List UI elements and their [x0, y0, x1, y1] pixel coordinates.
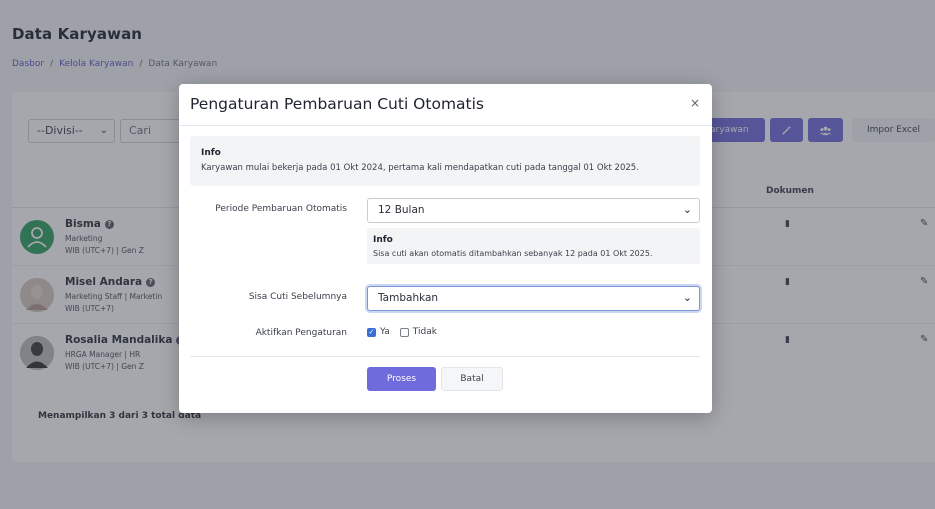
chevron-down-icon: ⌄ — [682, 203, 692, 216]
periode-info-text: Sisa cuti akan otomatis ditambahkan seba… — [373, 249, 653, 258]
close-icon[interactable]: × — [690, 96, 700, 110]
sisa-cuti-select[interactable]: Tambahkan ⌄ — [367, 286, 700, 311]
periode-value: 12 Bulan — [378, 204, 425, 216]
periode-info-title: Info — [373, 235, 393, 245]
info-text: Karyawan mulai bekerja pada 01 Okt 2024,… — [201, 163, 639, 173]
batal-button[interactable]: Batal — [441, 367, 503, 391]
checkbox-ya-label[interactable]: Ya — [380, 327, 390, 337]
checkbox-ya[interactable]: ✓ — [367, 327, 376, 337]
sisa-cuti-value: Tambahkan — [378, 292, 439, 304]
checkbox-tidak-label[interactable]: Tidak — [413, 327, 437, 337]
aktifkan-options: ✓ Ya Tidak — [367, 327, 447, 337]
modal-title: Pengaturan Pembaruan Cuti Otomatis — [190, 95, 485, 113]
checkbox-tidak[interactable] — [399, 327, 409, 337]
aktifkan-label: Aktifkan Pengaturan — [255, 328, 347, 338]
proses-button[interactable]: Proses — [367, 367, 436, 391]
info-box: Info Karyawan mulai bekerja pada 01 Okt … — [190, 136, 700, 186]
periode-select[interactable]: 12 Bulan ⌄ — [367, 198, 700, 223]
periode-label: Periode Pembaruan Otomatis — [215, 204, 347, 214]
modal-footer-divider — [190, 356, 700, 357]
leave-settings-modal: Pengaturan Pembaruan Cuti Otomatis × Inf… — [179, 84, 712, 413]
chevron-down-icon: ⌄ — [682, 291, 692, 304]
sisa-cuti-label: Sisa Cuti Sebelumnya — [248, 292, 347, 302]
periode-info-box: Info Sisa cuti akan otomatis ditambahkan… — [367, 228, 700, 264]
info-title: Info — [201, 148, 221, 158]
modal-header-divider — [179, 125, 712, 126]
